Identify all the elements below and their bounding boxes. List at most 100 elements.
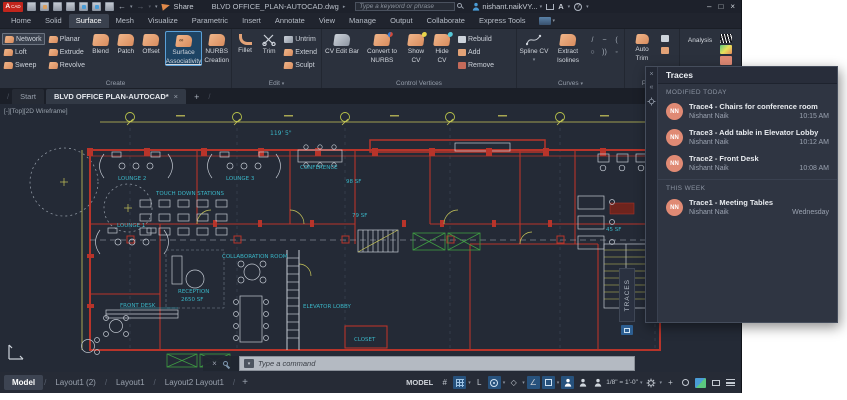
close-button[interactable]: × <box>730 2 735 11</box>
save-as-icon[interactable] <box>66 2 75 11</box>
tab-express-tools[interactable]: Express Tools <box>472 14 533 28</box>
open-file-icon[interactable] <box>40 2 49 11</box>
tab-manage[interactable]: Manage <box>342 14 383 28</box>
palette-title[interactable]: Traces <box>658 67 837 84</box>
patch-button[interactable]: Patch <box>114 31 137 55</box>
clean-screen-icon[interactable] <box>709 376 722 389</box>
extend-button[interactable]: Extend <box>282 46 319 58</box>
hide-cv-button[interactable]: Hide CV <box>430 31 454 64</box>
snap-caret-icon[interactable]: ▾ <box>468 380 471 386</box>
save-icon[interactable] <box>53 2 62 11</box>
polar-tracking-icon[interactable] <box>487 376 501 389</box>
ribbon-options-button[interactable]: ▾ <box>533 17 562 28</box>
tab-insert[interactable]: Insert <box>235 14 268 28</box>
tab-solid[interactable]: Solid <box>38 14 69 28</box>
tab-view[interactable]: View <box>312 14 342 28</box>
snap-mode-icon[interactable] <box>453 376 467 389</box>
trace-item[interactable]: NN Trace3 - Add table in Elevator Lobby … <box>658 124 837 150</box>
undo-caret-icon[interactable]: ▾ <box>130 4 133 10</box>
autocad-logo-icon[interactable]: A CAD <box>3 1 23 12</box>
network-button[interactable]: Network <box>2 33 45 45</box>
line-tool-icon[interactable]: / <box>587 35 598 46</box>
command-customize-icon[interactable] <box>222 360 230 369</box>
project-geometry-icon[interactable] <box>661 35 669 42</box>
cv-edit-bar-button[interactable]: CV Edit Bar <box>324 31 360 55</box>
search-icon[interactable] <box>457 3 465 10</box>
curve-blend-icon[interactable]: ( <box>611 35 622 46</box>
tab-annotate[interactable]: Annotate <box>268 14 312 28</box>
osnap-caret-icon[interactable]: ▾ <box>557 380 560 386</box>
export-icon[interactable] <box>79 2 88 11</box>
tab-output[interactable]: Output <box>383 14 420 28</box>
rebuild-button[interactable]: Rebuild <box>456 33 496 45</box>
revolve-button[interactable]: Revolve <box>47 59 87 71</box>
analysis-button[interactable]: Analysis <box>682 31 718 44</box>
spline-cv-button[interactable]: Spline CV ▾ <box>519 31 549 64</box>
trace-item[interactable]: NN Trace1 - Meeting Tables Nishant Naik … <box>658 194 837 220</box>
workspace-switching-icon[interactable] <box>694 376 707 389</box>
sweep-button[interactable]: Sweep <box>2 59 45 71</box>
extrude-button[interactable]: Extrude <box>47 46 87 58</box>
isolate-objects-icon[interactable] <box>679 376 692 389</box>
tab-parametric[interactable]: Parametric <box>185 14 235 28</box>
traces-palette-icon[interactable] <box>621 325 633 335</box>
undo-button[interactable]: ← <box>118 2 126 11</box>
sculpt-button[interactable]: Sculpt <box>282 59 319 71</box>
fillet-button[interactable]: Fillet <box>234 31 256 54</box>
drawing-canvas[interactable]: [-][Top][2D Wireframe] 119' 5" LOUNGE 2 … <box>0 104 741 372</box>
polar-caret-icon[interactable]: ▾ <box>503 380 506 386</box>
edit-panel-label[interactable]: Edit ▾ <box>232 80 321 87</box>
redo-caret-icon[interactable]: ▾ <box>149 4 152 10</box>
show-cv-button[interactable]: Show CV <box>404 31 428 64</box>
traces-palette-tab[interactable]: TRACES <box>619 268 635 322</box>
command-line[interactable]: × ▾ Type a command <box>203 356 635 371</box>
trim-button[interactable]: Trim <box>258 31 280 55</box>
untrim-button[interactable]: Untrim <box>282 33 319 45</box>
nurbs-creation-button[interactable]: NURBS Creation <box>204 31 229 64</box>
account-menu[interactable]: nishant.naikVY... ▾ <box>472 2 542 11</box>
search-input[interactable] <box>355 2 456 11</box>
share-icon[interactable] <box>160 2 171 11</box>
curves-panel-label[interactable]: Curves ▾ <box>517 80 624 87</box>
tab-mesh[interactable]: Mesh <box>109 14 141 28</box>
import-icon[interactable] <box>92 2 101 11</box>
remove-button[interactable]: Remove <box>456 59 496 71</box>
new-drawing-button[interactable]: + <box>188 90 205 104</box>
layout2-tab[interactable]: Layout2 Layout1 <box>157 375 232 390</box>
tab-collaborate[interactable]: Collaborate <box>420 14 472 28</box>
start-tab[interactable]: Start <box>12 89 44 104</box>
blend-button[interactable]: Blend <box>89 31 112 55</box>
settings-caret-icon[interactable]: ▾ <box>659 380 662 386</box>
object-snap-icon[interactable] <box>541 376 555 389</box>
palette-properties-icon[interactable] <box>647 97 656 106</box>
cart-icon[interactable] <box>546 3 555 10</box>
control-vertices-panel-label[interactable]: Control Vertices <box>322 80 516 87</box>
trace-item[interactable]: NN Trace4 - Chairs for conference room N… <box>658 98 837 124</box>
share-label[interactable]: Share <box>174 2 194 11</box>
circle-tool-icon[interactable]: ○ <box>587 47 598 58</box>
offset-button[interactable]: Offset <box>139 31 162 55</box>
object-snap-tracking-icon[interactable]: ∠ <box>526 376 540 389</box>
loft-button[interactable]: Loft <box>2 46 45 58</box>
create-panel-label[interactable]: Create <box>0 80 231 87</box>
draft-analysis-icon[interactable] <box>720 56 732 65</box>
viewport-controls[interactable]: [-][Top][2D Wireframe] <box>4 108 68 115</box>
offset-curve-icon[interactable]: )) <box>599 47 610 58</box>
convert-to-nurbs-button[interactable]: Convert to NURBS <box>362 31 402 64</box>
redo-button[interactable]: → <box>137 2 145 11</box>
model-tab[interactable]: Model <box>4 375 44 390</box>
trace-item[interactable]: NN Trace2 - Front Desk Nishant Naik 10:0… <box>658 150 837 176</box>
tab-home[interactable]: Home <box>4 14 38 28</box>
annotation-scale-value[interactable]: 1/8" = 1'-0" <box>606 379 638 386</box>
command-close-icon[interactable]: × <box>212 359 217 368</box>
isodraft-caret-icon[interactable]: ▾ <box>522 380 525 386</box>
grid-display-icon[interactable]: # <box>438 376 451 389</box>
planar-button[interactable]: Planar <box>47 33 87 45</box>
tab-surface[interactable]: Surface <box>68 14 109 28</box>
palette-close-icon[interactable]: × <box>649 71 653 78</box>
curvature-analysis-icon[interactable] <box>720 45 732 54</box>
command-recent-icon[interactable]: ▾ <box>244 359 254 368</box>
drawing-tab-close-icon[interactable]: × <box>174 92 178 101</box>
layout1-2-tab[interactable]: Layout1 (2) <box>47 375 103 390</box>
new-layout-button[interactable]: + <box>236 377 254 388</box>
